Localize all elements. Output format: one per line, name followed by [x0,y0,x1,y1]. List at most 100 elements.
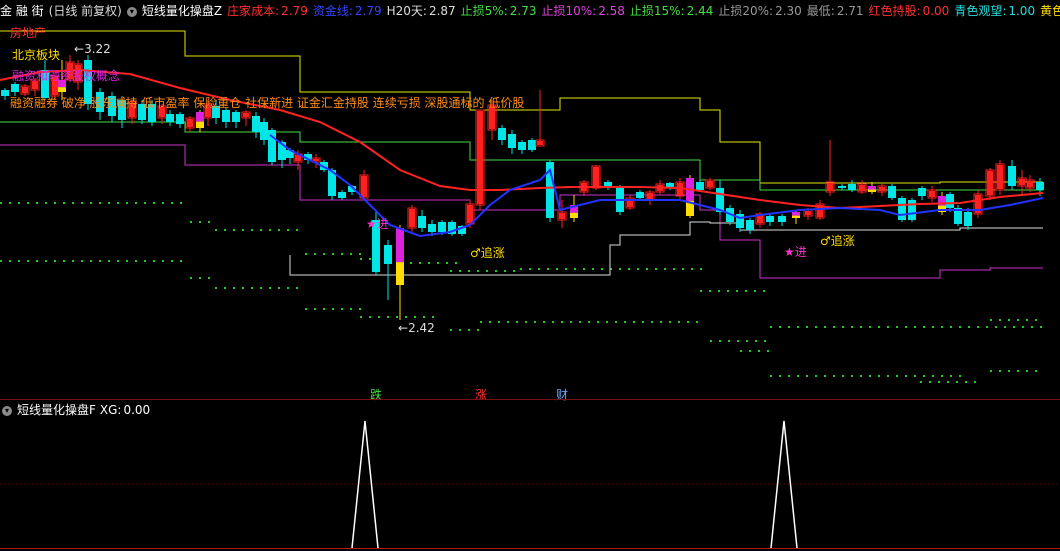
stop-dot [468,329,470,331]
stop-dot [824,375,826,377]
candle-body [260,122,268,140]
stop-dot [842,375,844,377]
stop-dot [709,290,711,292]
sector-tag-realestate: 房地产 [10,26,47,40]
stop-dot [455,262,457,264]
stop-dot [547,268,549,270]
xg-spike-1 [351,420,379,549]
stop-dot [437,262,439,264]
stop-dot [332,308,334,310]
stop-dot [278,287,280,289]
stop-dot [755,340,757,342]
stop-dot [938,381,940,383]
stop-dot [851,375,853,377]
stop-dot [1008,370,1010,372]
candle-body [268,130,276,162]
candle-body [187,119,193,127]
stop-dot [287,229,289,231]
candle-body [1027,181,1033,187]
stop-dot [833,375,835,377]
stop-dot [700,290,702,292]
stop-dot [977,326,979,328]
stop-dot [269,287,271,289]
stop-dot [719,340,721,342]
stop-dot [269,229,271,231]
stop-dot [896,375,898,377]
stop-dot [538,268,540,270]
candle-body [908,200,916,220]
stop-dot [27,260,29,262]
candle-body [868,186,876,190]
stop-dot [1035,370,1037,372]
sub-indicator-name[interactable]: 短线量化操盘F [17,403,96,417]
stop-dot [651,321,653,323]
stop-dot [72,202,74,204]
stop-dot [669,321,671,323]
xg-spike-2 [770,420,798,549]
stop-dot [552,321,554,323]
candle-body [396,228,404,263]
stop-dot [592,268,594,270]
candle-body [707,181,713,187]
candle-body [898,198,906,220]
concept-tag: 融资和融资股权概念 [12,69,121,83]
stop-dot [360,258,362,260]
candlestick-chart[interactable] [0,0,1060,398]
stop-dot [0,202,2,204]
stop-dot [1040,326,1042,328]
stop-dot [233,287,235,289]
buy-signal-1: ★进 [366,217,389,231]
candle-body [696,182,704,190]
stop-dot [332,253,334,255]
chevron-down-icon[interactable]: ▾ [2,405,12,416]
stop-dot [1026,370,1028,372]
stop-dot [507,321,509,323]
event-zhang[interactable]: 涨 [475,386,487,403]
candle-body [827,183,833,191]
stop-dot [414,316,416,318]
stop-dot [419,262,421,264]
candle-body [428,224,436,232]
stop-dot [251,229,253,231]
stop-dot [190,221,192,223]
stop-dot [691,268,693,270]
stop-dot [108,202,110,204]
stop-dot [1013,326,1015,328]
stop-dot [727,290,729,292]
stop-dot [54,202,56,204]
stop-dot [378,316,380,318]
candle-body [987,171,993,195]
stop-dot [534,321,536,323]
stop-dot [637,268,639,270]
stop-dot [224,287,226,289]
low-price-label: ←2.42 [398,321,435,335]
stop-dot [396,316,398,318]
stop-dot [806,326,808,328]
candle-body [964,212,972,226]
stop-dot [869,375,871,377]
candle-body [384,245,392,264]
event-die[interactable]: 跌 [370,386,382,403]
stop-dot [923,326,925,328]
stop-dot [860,375,862,377]
stop-lines [0,30,1043,279]
candle-body [252,116,260,132]
event-cai[interactable]: 财 [556,386,568,403]
stop-dot [405,316,407,318]
stop-dot [215,287,217,289]
stop-dot [135,260,137,262]
stop-dot [696,321,698,323]
stop-dot [797,326,799,328]
candle-body [361,176,367,197]
stop-dot [260,229,262,231]
pane-divider[interactable] [0,399,1060,400]
stop-dot [914,326,916,328]
stop-dot [63,260,65,262]
candle-body [11,84,19,92]
stop-dot [601,268,603,270]
stop-dot [710,340,712,342]
stop-dot [410,262,412,264]
stop-dot [296,287,298,289]
stop-dot [81,260,83,262]
stop-dot [153,202,155,204]
